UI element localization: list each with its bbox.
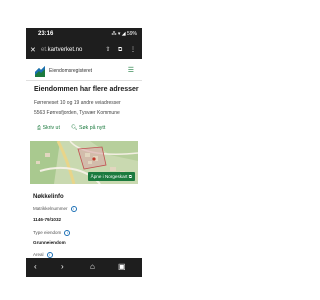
open-in-norgeskart-button[interactable]: Åpne i Norgeskart ⧉ xyxy=(87,172,135,181)
phone-screen: 23:16 ⁂ ▾ ◢ 59% ✕ et.kartverket.no ⇧ ⧉ ⋮… xyxy=(26,28,142,277)
property-type-label: Type eiendom i xyxy=(33,230,71,236)
print-button[interactable]: ⎙ Skriv ut xyxy=(37,123,60,133)
key-info-heading: Nøkkelinfo xyxy=(33,194,64,200)
cadastral-number-label: Matrikkelnummer i xyxy=(33,206,77,212)
property-map[interactable]: Åpne i Norgeskart ⧉ xyxy=(30,141,138,184)
property-type-value: Grunneiendom xyxy=(33,240,66,245)
browser-actions-icons[interactable]: ⇧ ⧉ ⋮ xyxy=(105,46,139,54)
hamburger-menu-icon[interactable]: ☰ xyxy=(128,66,134,74)
status-time: 23:16 xyxy=(38,31,54,37)
url-domain: kartverket.no xyxy=(47,47,83,53)
status-icons: ⁂ ▾ ◢ 59% xyxy=(111,31,137,37)
status-bar: 23:16 ⁂ ▾ ◢ 59% xyxy=(26,28,142,42)
home-icon[interactable]: ⌂ xyxy=(90,262,95,271)
url-bar[interactable]: et.kartverket.no xyxy=(41,46,101,55)
tabs-icon[interactable]: ▣ xyxy=(118,262,126,271)
forward-icon[interactable]: › xyxy=(61,262,64,271)
cadastral-number-value: 1146-79/1032 xyxy=(33,217,62,222)
close-icon[interactable]: ✕ xyxy=(30,46,36,54)
back-icon[interactable]: ‹ xyxy=(34,262,37,271)
area-label-text: Areal xyxy=(33,252,44,258)
kartverket-logo-icon[interactable] xyxy=(35,65,45,77)
cadastral-number-label-text: Matrikkelnummer xyxy=(33,206,68,212)
address-line-1: Førreneset 10 og 19 andre veiadresser xyxy=(34,100,121,106)
info-icon[interactable]: i xyxy=(64,230,71,236)
site-header: Eiendomsregisteret ☰ xyxy=(26,62,142,81)
info-icon[interactable]: i xyxy=(70,206,77,212)
site-name[interactable]: Eiendomsregisteret xyxy=(49,68,92,74)
address-line-2: 5563 Førresfjorden, Tysvær Kommune xyxy=(34,110,120,116)
page-title: Eiendommen har flere adresser xyxy=(34,86,139,93)
new-search-button[interactable]: 🔍︎ Søk på nytt xyxy=(71,123,105,133)
url-prefix: et. xyxy=(41,47,48,53)
system-navigation-bar: ‹ › ⌂ ▣ xyxy=(26,258,142,277)
property-type-label-text: Type eiendom xyxy=(33,230,62,236)
browser-toolbar: ✕ et.kartverket.no ⇧ ⧉ ⋮ xyxy=(26,42,142,59)
